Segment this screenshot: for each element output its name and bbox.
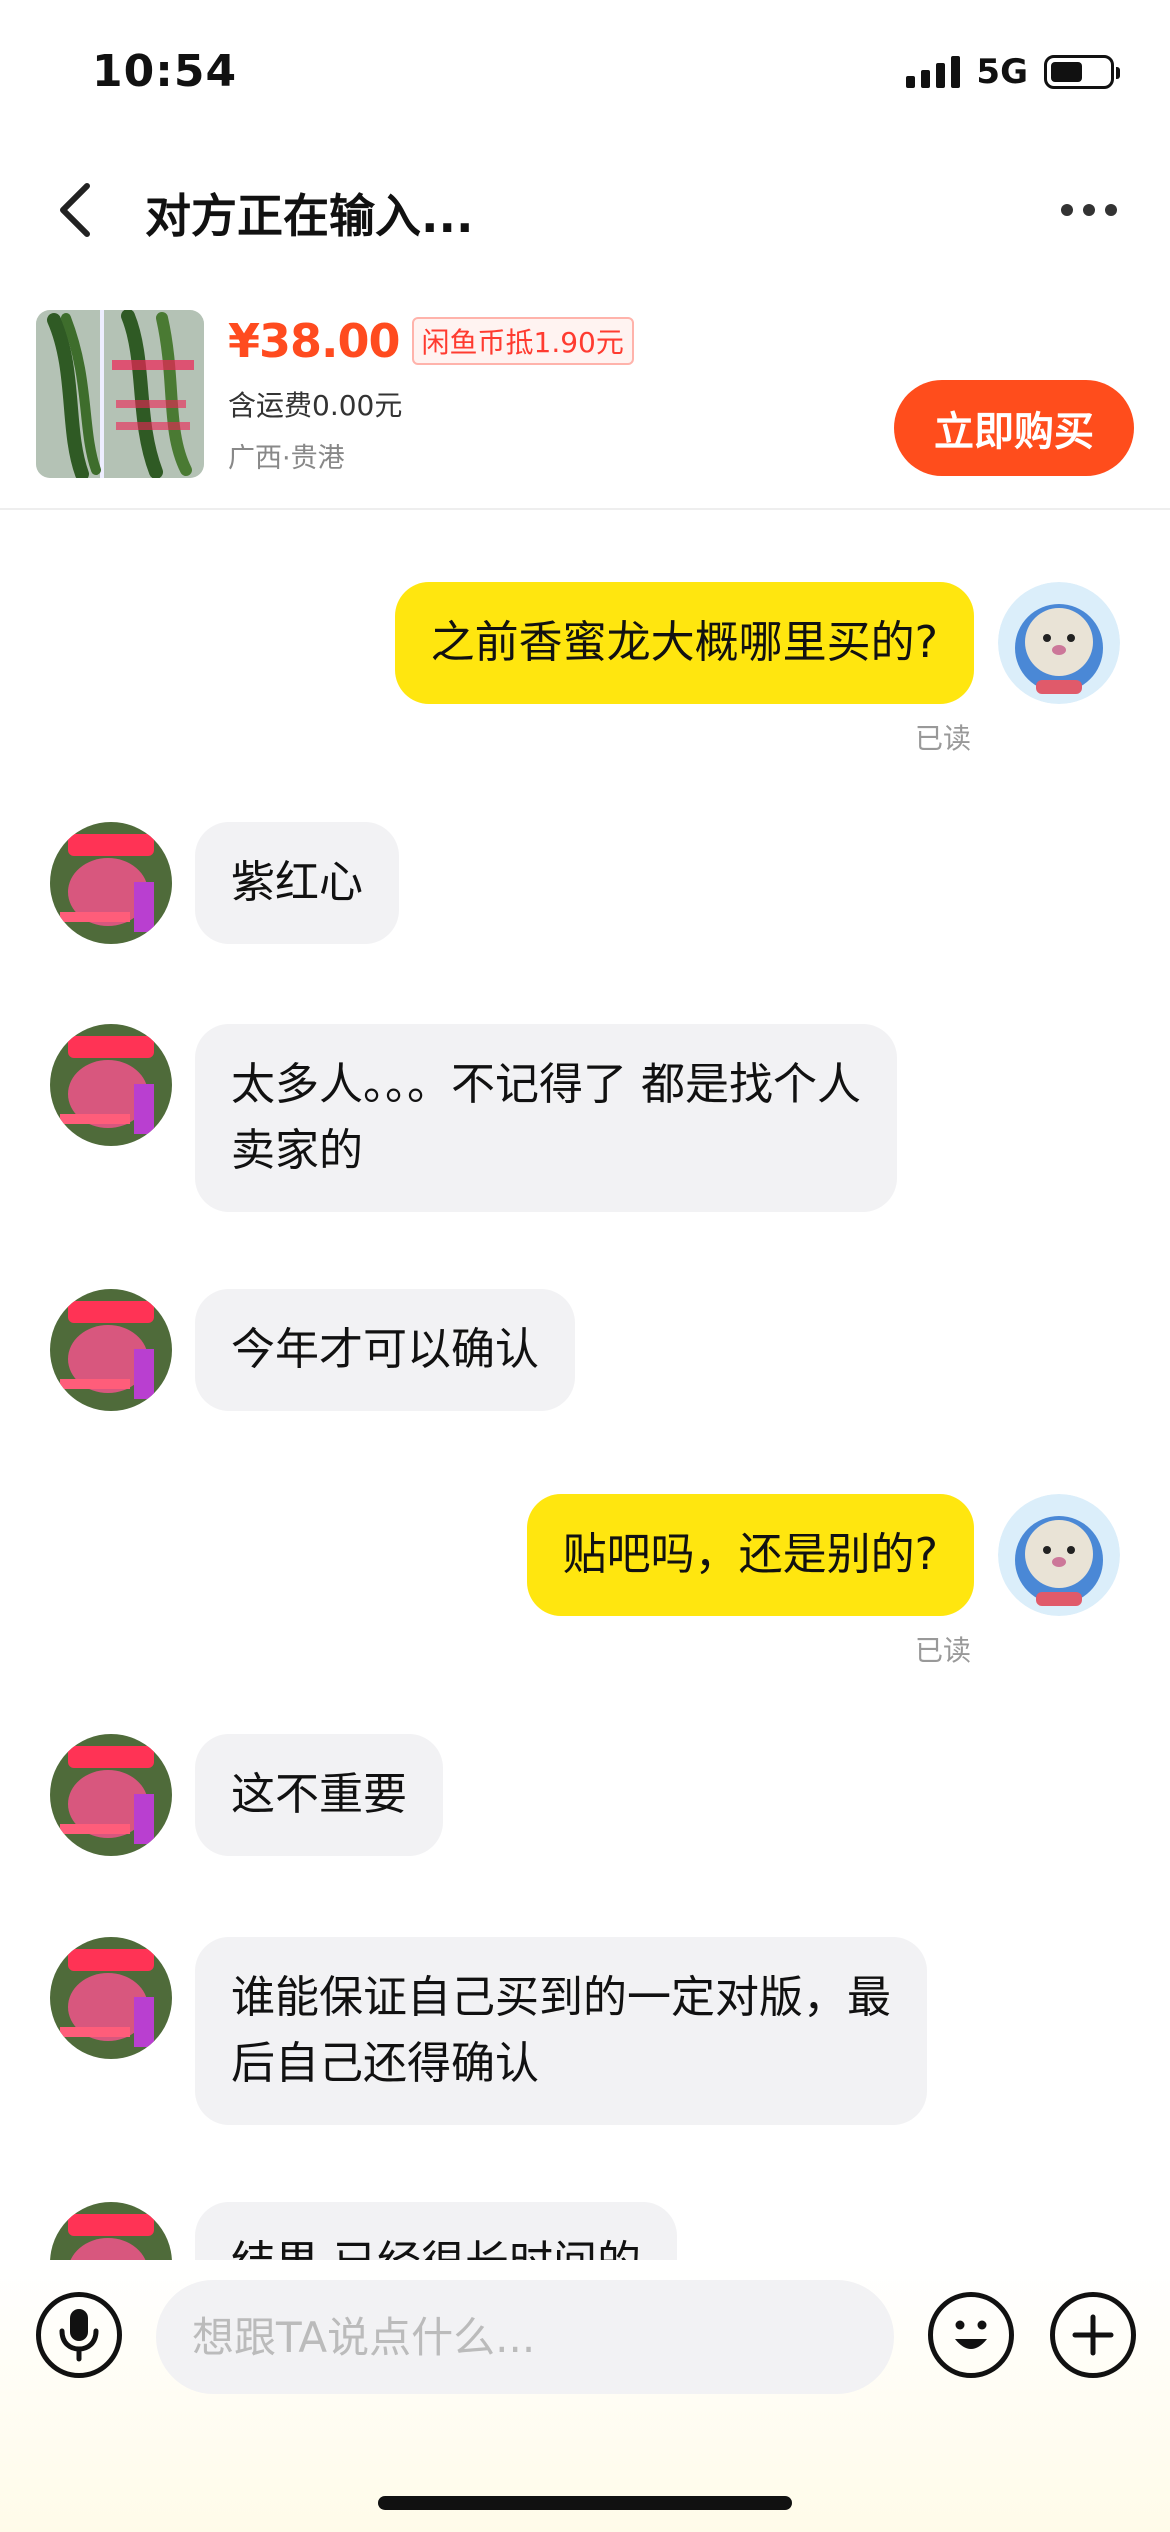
message-input[interactable] [156,2280,894,2394]
seller-avatar[interactable] [50,1024,172,1146]
more-options-button[interactable] [1044,175,1134,245]
network-label: 5G [976,52,1028,92]
home-indicator[interactable] [378,2496,792,2510]
shipping-fee: 含运费0.00元 [228,389,403,422]
signal-icon [906,56,961,88]
other-message-bubble[interactable]: 太多人。。。不记得了 都是找个人 卖家的 [195,1024,897,1212]
read-status: 已读 [915,1634,972,1667]
buy-now-button[interactable]: 立即购买 [894,380,1134,476]
seller-avatar[interactable] [50,822,172,944]
my-message-bubble[interactable]: 之前香蜜龙大概哪里买的? [394,582,974,704]
chevron-left-icon [60,183,90,237]
more-actions-button[interactable] [1050,2292,1136,2378]
message-list[interactable]: 之前香蜜龙大概哪里买的? 已读 紫红心 太多人。。。不记得了 都是找个人 卖家的… [0,512,1170,2260]
other-message-bubble[interactable]: 紫红心 [195,822,399,944]
my-message-bubble[interactable]: 贴吧吗，还是别的? [526,1494,974,1616]
my-avatar[interactable] [998,1494,1120,1616]
other-message-bubble[interactable]: 这不重要 [195,1734,443,1856]
product-thumbnail[interactable] [36,310,204,478]
plus-icon [1072,2314,1114,2356]
input-bar [0,2262,1170,2532]
emoji-icon [955,2320,987,2349]
chat-header: 对方正在输入... [0,150,1170,270]
other-message-bubble[interactable]: 结果 已经很长时间的 [195,2202,677,2260]
voice-button[interactable] [36,2292,122,2378]
chat-screen: 10:54 5G 对方正在输入... ¥38.00 闲鱼币抵1.90元 含运费0… [0,0,1170,2532]
seller-avatar[interactable] [50,1937,172,2059]
emoji-button[interactable] [928,2292,1014,2378]
page-title: 对方正在输入... [145,189,474,243]
back-button[interactable] [40,175,110,245]
product-card[interactable]: ¥38.00 闲鱼币抵1.90元 含运费0.00元 广西·贵港 立即购买 [0,300,1170,510]
microphone-icon [59,2309,99,2362]
status-indicators: 5G [906,52,1120,92]
product-price: ¥38.00 [228,314,401,368]
read-status: 已读 [915,722,972,755]
seller-avatar[interactable] [50,2202,172,2260]
seller-location: 广西·贵港 [228,443,345,474]
price-row: ¥38.00 闲鱼币抵1.90元 [228,314,634,368]
my-avatar[interactable] [998,582,1120,704]
battery-icon [1044,55,1120,89]
seller-avatar[interactable] [50,1734,172,1856]
other-message-bubble[interactable]: 谁能保证自己买到的一定对版，最 后自己还得确认 [195,1937,927,2125]
status-bar: 10:54 5G [0,0,1170,150]
status-time: 10:54 [92,46,238,97]
seller-avatar[interactable] [50,1289,172,1411]
more-dots-icon [1061,204,1073,216]
other-message-bubble[interactable]: 今年才可以确认 [195,1289,575,1411]
coin-discount-badge: 闲鱼币抵1.90元 [411,317,634,365]
